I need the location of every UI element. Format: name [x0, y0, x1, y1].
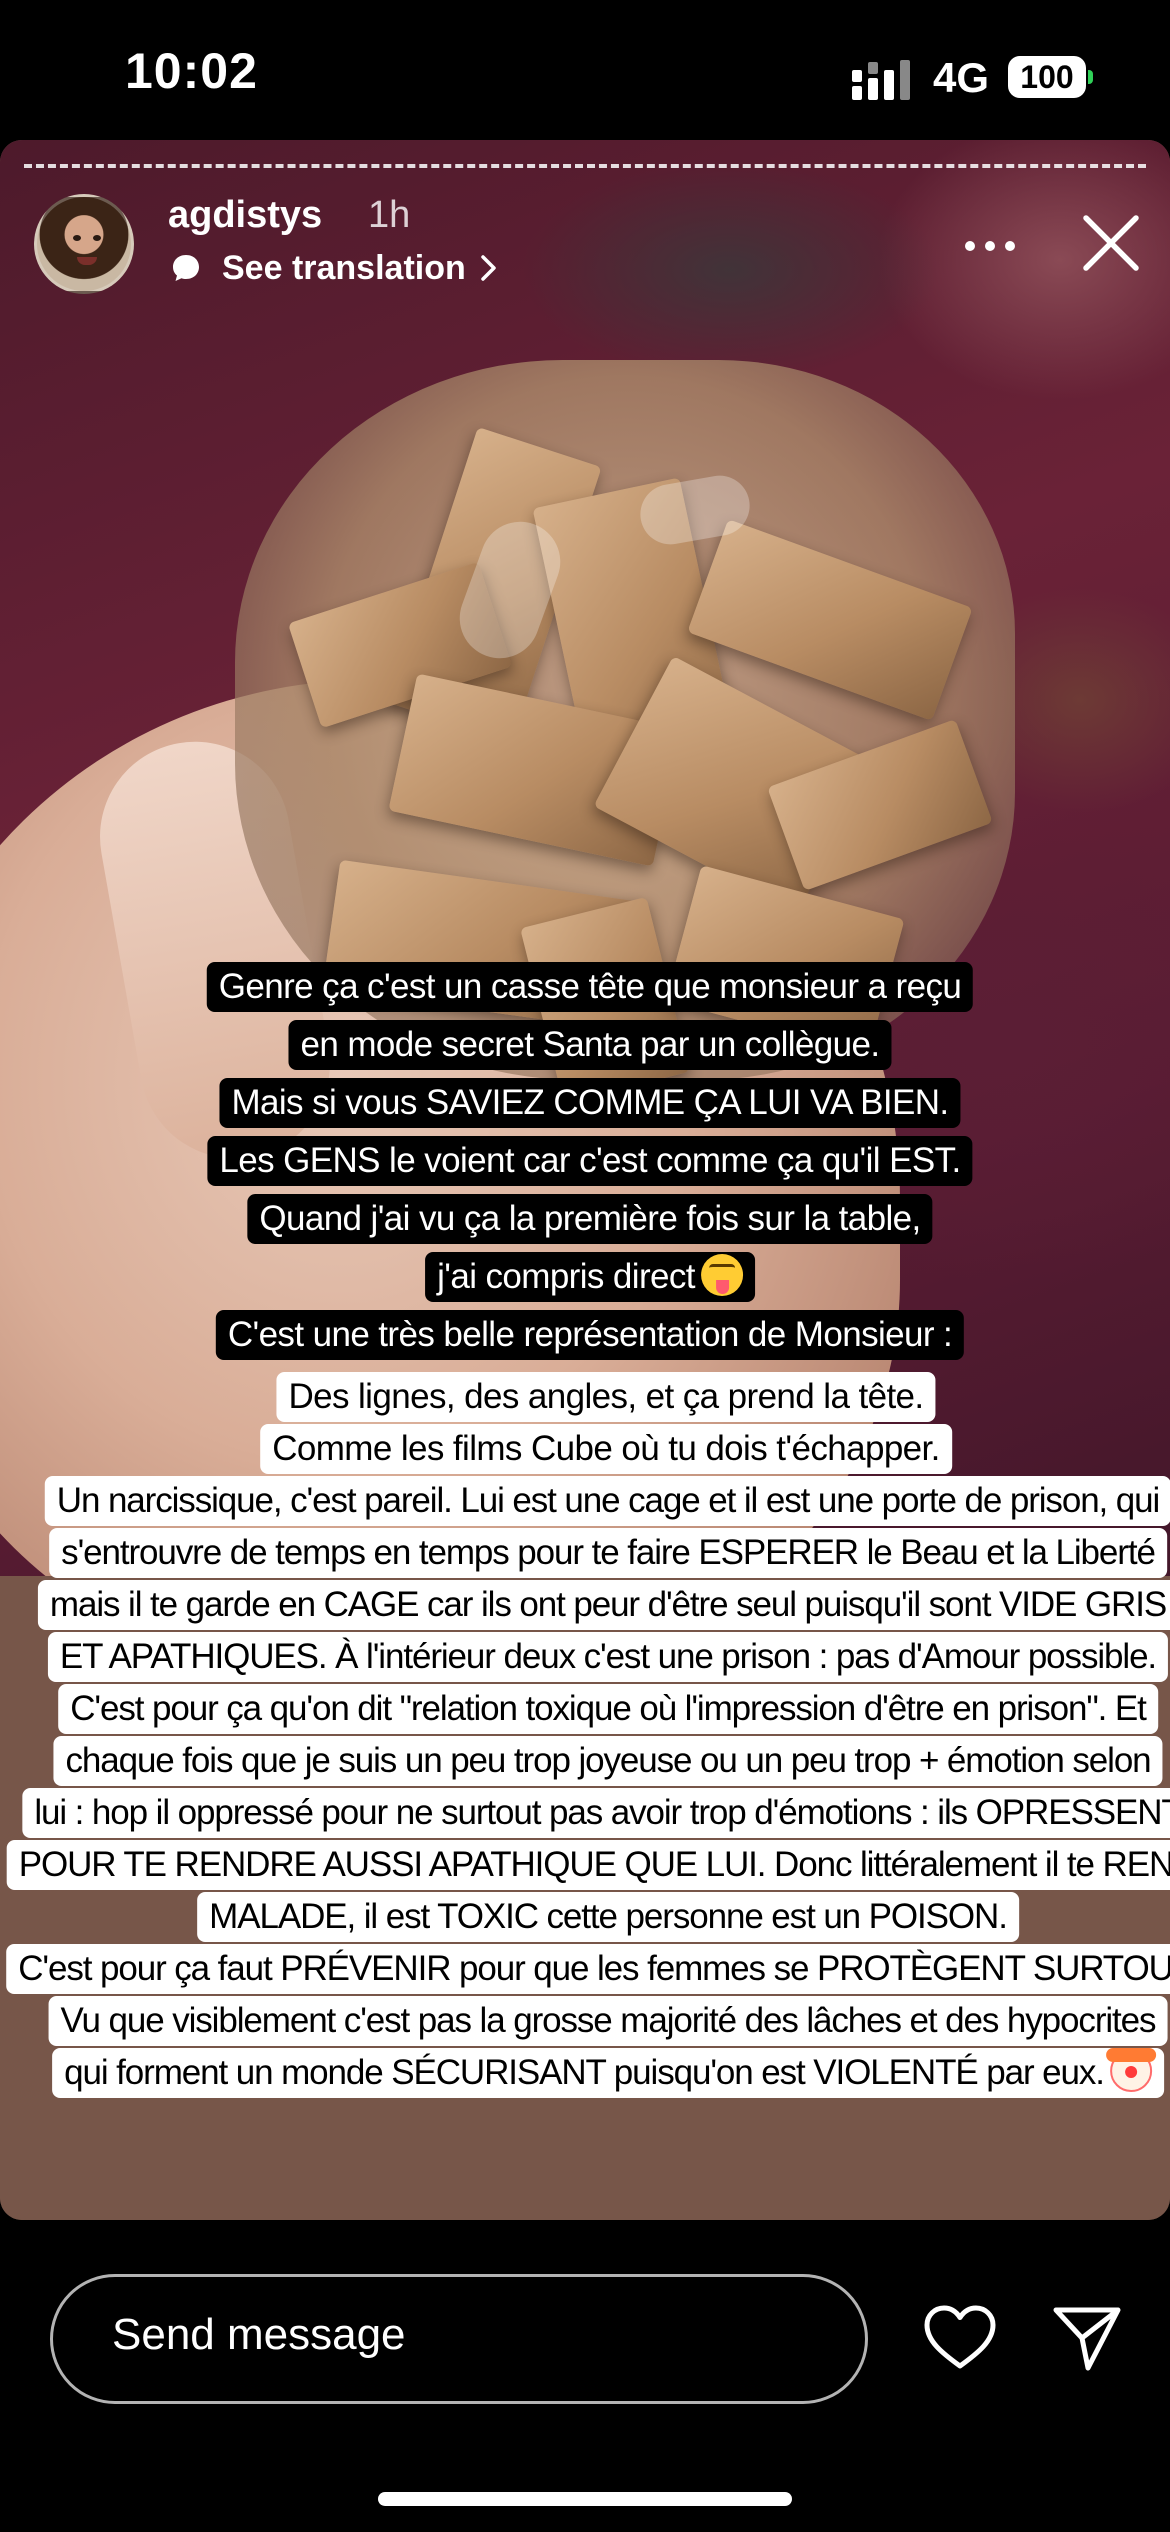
caption-text: Des lignes, des angles, et ça prend la t… [288, 1377, 924, 1416]
network-type: 4G [933, 54, 990, 101]
caption-line: Comme les films Cube où tu dois t'échapp… [260, 1424, 952, 1474]
story-photo: agdistys 1h See translation [0, 140, 1170, 1576]
caption-line: Mais si vous SAVIEZ COMME ÇA LUI VA BIEN… [219, 1078, 961, 1128]
caption-text: lui : hop il oppressé pour ne surtout pa… [34, 1793, 1170, 1832]
avatar[interactable] [34, 194, 134, 294]
story-time-ago: 1h [368, 194, 411, 236]
caption-line: C'est pour ça faut PRÉVENIR pour que les… [6, 1944, 1170, 1994]
caption-text: C'est pour ça qu'on dit "relation toxiqu… [70, 1689, 1147, 1728]
avatar-eye [73, 235, 81, 241]
cellular-signal-icon [852, 60, 910, 100]
status-bar: 10:02 4G 100 [0, 0, 1170, 140]
caption-text: Les GENS le voient car c'est comme ça qu… [219, 1141, 961, 1180]
heart-icon[interactable] [922, 2304, 998, 2372]
caption-line: POUR TE RENDRE AUSSI APATHIQUE QUE LUI. … [6, 1840, 1170, 1890]
story-username[interactable]: agdistys [168, 194, 322, 237]
send-icon[interactable] [1052, 2304, 1122, 2372]
caption-line: lui : hop il oppressé pour ne surtout pa… [22, 1788, 1170, 1838]
caption-text: C'est pour ça faut PRÉVENIR pour que les… [18, 1949, 1170, 1988]
caption-text: Quand j'ai vu ça la première fois sur la… [259, 1199, 921, 1238]
caption-text: Comme les films Cube où tu dois t'échapp… [272, 1429, 940, 1468]
battery-level: 100 [1008, 56, 1086, 98]
caption-line: en mode secret Santa par un collègue. [288, 1020, 892, 1070]
more-dots-icon[interactable] [962, 238, 1018, 254]
caption-line: mais il te garde en CAGE car ils ont peu… [37, 1580, 1170, 1630]
caption-text: j'ai compris direct [437, 1257, 695, 1296]
caption-line: C'est une très belle représentation de M… [215, 1310, 965, 1360]
story-viewer[interactable]: agdistys 1h See translation Genre ça c'e… [0, 140, 1170, 2220]
speech-bubble-icon [173, 255, 199, 281]
home-indicator [378, 2492, 792, 2506]
caption-text: Vu que visiblement c'est pas la grosse m… [60, 2001, 1157, 2040]
caption-text: C'est une très belle représentation de M… [227, 1315, 953, 1354]
caption-text: Genre ça c'est un casse tête que monsieu… [218, 967, 962, 1006]
see-translation-button[interactable]: See translation [170, 244, 498, 292]
caption-text: Mais si vous SAVIEZ COMME ÇA LUI VA BIEN… [231, 1083, 949, 1122]
caption-line: s'entrouvre de temps en temps pour te fa… [49, 1528, 1167, 1578]
caption-line: Les GENS le voient car c'est comme ça qu… [207, 1136, 973, 1186]
caption-text: Un narcissique, c'est pareil. Lui est un… [56, 1481, 1161, 1520]
caption-line: C'est pour ça qu'on dit "relation toxiqu… [58, 1684, 1158, 1734]
photo-background-object [520, 160, 940, 380]
caption-line: Genre ça c'est un casse tête que monsieu… [206, 962, 974, 1012]
tongue-face-emoji-icon [700, 1254, 743, 1296]
see-translation-label: See translation [222, 248, 466, 287]
close-icon[interactable] [1080, 212, 1142, 274]
caption-text: s'entrouvre de temps en temps pour te fa… [61, 1533, 1156, 1572]
caption-text: POUR TE RENDRE AUSSI APATHIQUE QUE LUI. … [18, 1845, 1170, 1884]
battery-tip [1088, 70, 1093, 84]
caption-text: ET APATHIQUES. À l'intérieur deux c'est … [59, 1637, 1157, 1676]
caption-text: en mode secret Santa par un collègue. [300, 1025, 880, 1064]
caption-line: ET APATHIQUES. À l'intérieur deux c'est … [47, 1632, 1169, 1682]
caption-line: chaque fois que je suis un peu trop joye… [53, 1736, 1163, 1786]
caption-text: qui forment un monde SÉCURISANT puisqu'o… [64, 2053, 1105, 2092]
caption-line: Un narcissique, c'est pareil. Lui est un… [44, 1476, 1170, 1526]
caption-text: MALADE, il est TOXIC cette personne est … [209, 1897, 1008, 1936]
caption-line: j'ai compris direct [425, 1252, 755, 1302]
clown-face-emoji-icon [1105, 2048, 1156, 2092]
caption-text: mais il te garde en CAGE car ils ont peu… [49, 1585, 1167, 1624]
caption-line: Quand j'ai vu ça la première fois sur la… [247, 1194, 933, 1244]
story-progress-bar [24, 164, 1146, 168]
chevron-right-icon [481, 255, 496, 281]
caption-line: MALADE, il est TOXIC cette personne est … [197, 1892, 1019, 1942]
caption-line: Des lignes, des angles, et ça prend la t… [276, 1372, 936, 1422]
status-time: 10:02 [125, 43, 258, 99]
avatar-mouth [77, 257, 97, 265]
caption-text: chaque fois que je suis un peu trop joye… [65, 1741, 1151, 1780]
send-message-placeholder[interactable]: Send message [112, 2310, 406, 2360]
avatar-eye [93, 235, 101, 241]
caption-line: Vu que visiblement c'est pas la grosse m… [48, 1996, 1168, 2046]
caption-line: qui forment un monde SÉCURISANT puisqu'o… [52, 2048, 1164, 2098]
